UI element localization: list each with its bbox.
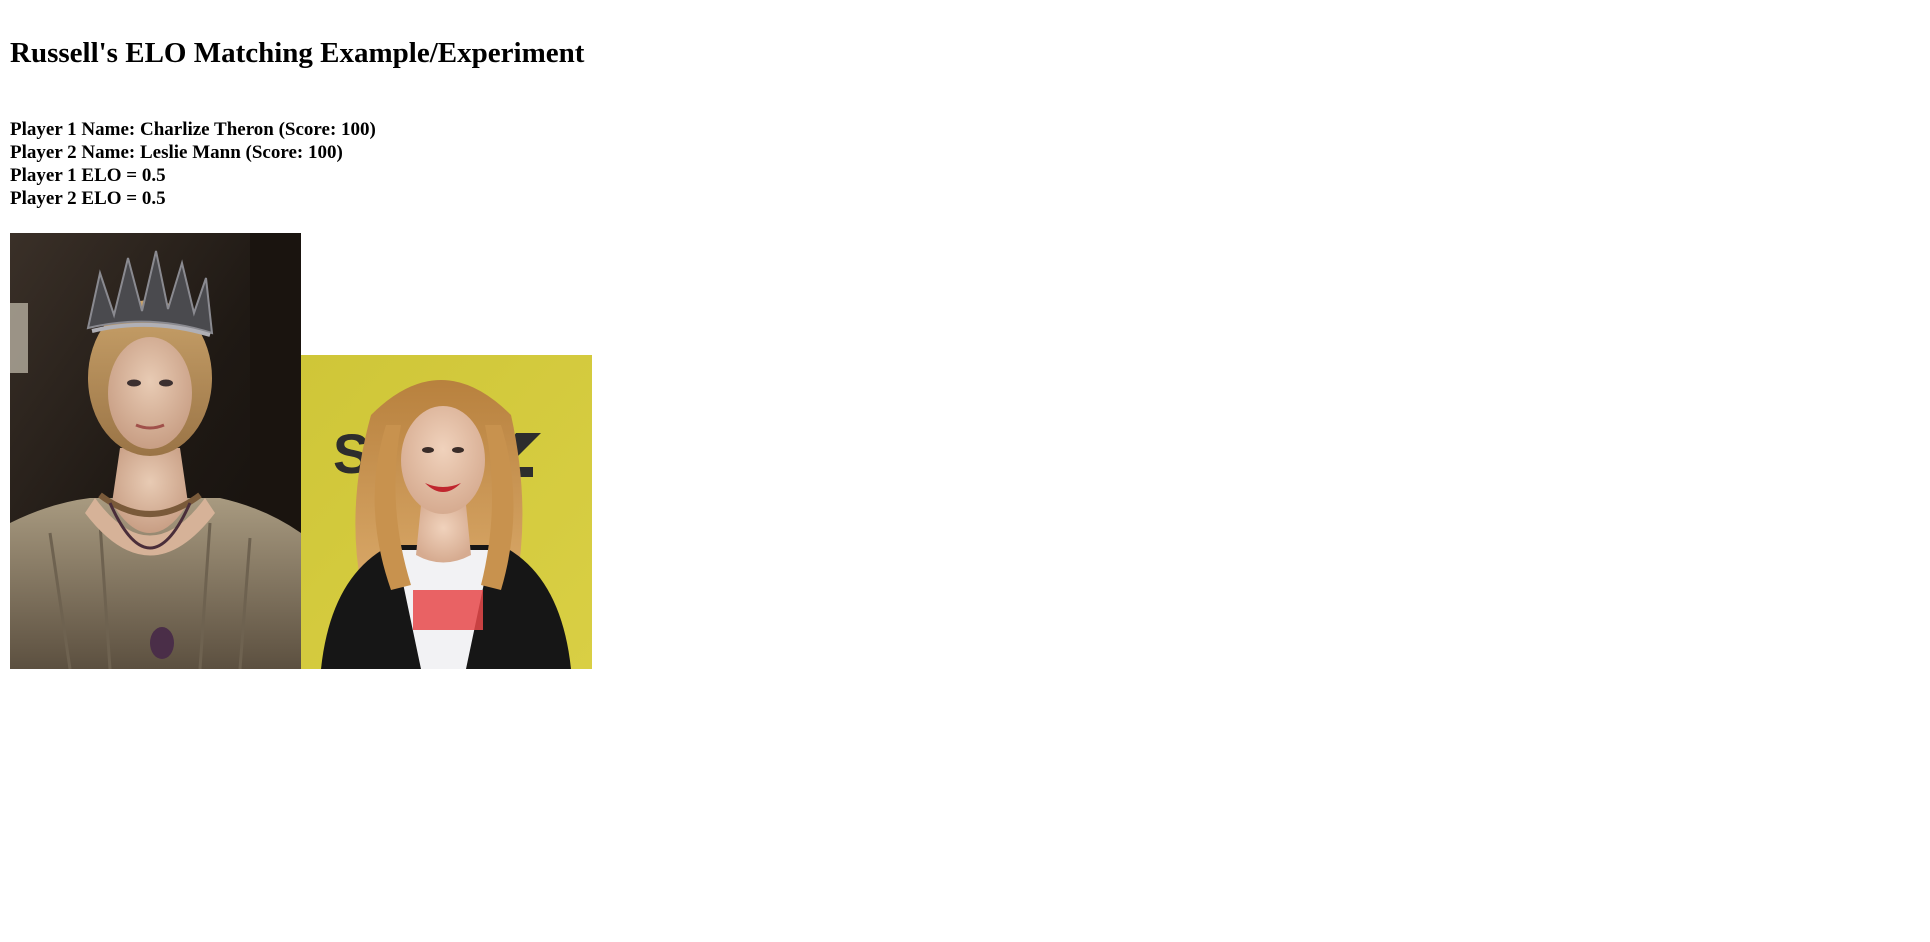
player-1-name: Player 1 Name: Charlize Theron (Score: 1…	[10, 119, 376, 140]
player-2-elo: Player 2 ELO = 0.5	[10, 188, 166, 209]
player-1-photo[interactable]	[10, 233, 301, 669]
player-2-photo[interactable]: SX	[301, 355, 592, 669]
page-title: Russell's ELO Matching Example/Experimen…	[10, 37, 585, 69]
player-2-name: Player 2 Name: Leslie Mann (Score: 100)	[10, 142, 343, 163]
player-info-block: Player 1 Name: Charlize Theron (Score: 1…	[10, 118, 376, 210]
player-1-elo: Player 1 ELO = 0.5	[10, 165, 166, 186]
player-photos: SX	[10, 233, 592, 669]
portrait-photo-queen-icon	[10, 233, 301, 669]
portrait-photo-yellow-backdrop-icon: SX	[301, 355, 592, 669]
